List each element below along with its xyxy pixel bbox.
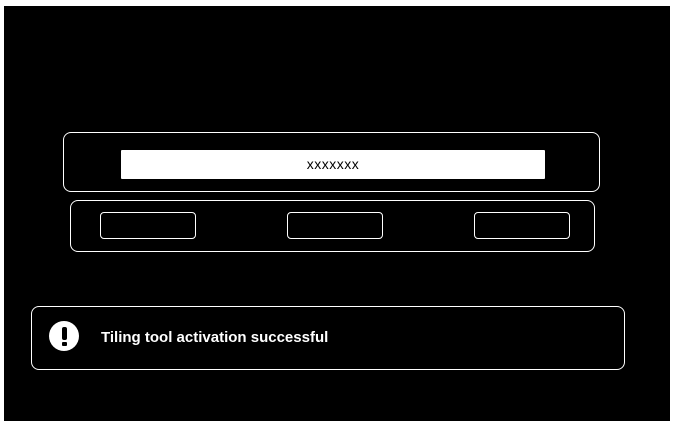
dialog-screen: xxxxxxx Tiling tool activation successfu… [4, 6, 670, 421]
action-button-1[interactable] [100, 212, 196, 239]
action-button-2[interactable] [287, 212, 383, 239]
text-input-field[interactable]: xxxxxxx [121, 150, 545, 179]
button-panel [70, 200, 595, 252]
exclamation-icon [49, 321, 79, 351]
input-panel: xxxxxxx [63, 132, 600, 192]
notification-message: Tiling tool activation successful [101, 329, 329, 346]
action-button-3[interactable] [474, 212, 570, 239]
notification-toast: Tiling tool activation successful [31, 306, 625, 370]
